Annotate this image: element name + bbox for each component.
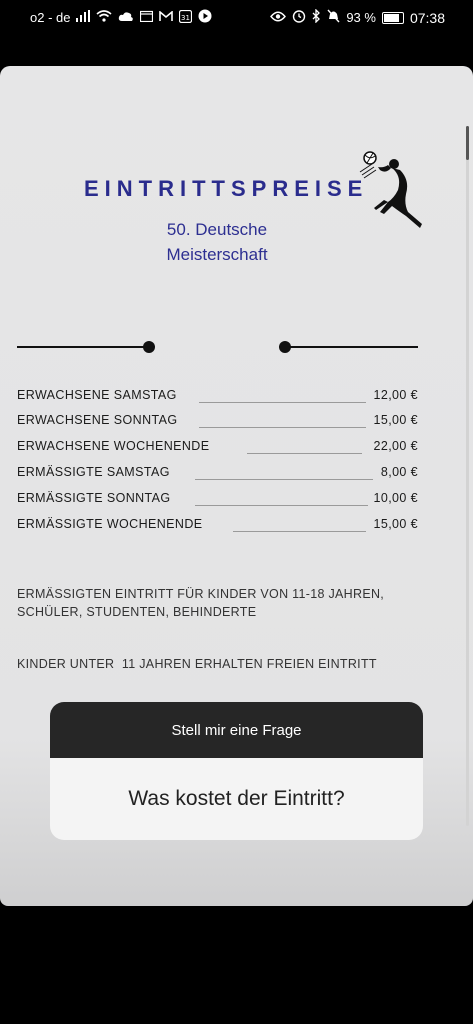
alarm-icon (292, 9, 306, 26)
price-row: ERWACHSENE SAMSTAG 12,00 € (17, 388, 418, 408)
calendar-icon (140, 10, 154, 25)
info-reduced-line-1: ERMÄSSIGTEN EINTRITT FÜR KINDER VON 11-1… (17, 587, 385, 601)
price-label: ERWACHSENE SONNTAG (17, 413, 178, 427)
question-sticker[interactable]: Stell mir eine Frage Was kostet der Eint… (50, 702, 423, 840)
battery-percent: 93 % (346, 10, 376, 25)
bluetooth-icon (312, 8, 321, 26)
divider-line-right (285, 346, 418, 348)
price-label: ERWACHSENE WOCHENENDE (17, 439, 210, 453)
eye-icon (270, 11, 287, 25)
wifi-icon (96, 10, 113, 25)
price-value: 12,00 € (373, 388, 418, 402)
price-leader-line (233, 531, 366, 532)
price-leader-line (195, 479, 373, 480)
price-row: ERWACHSENE SONNTAG 15,00 € (17, 413, 418, 433)
divider-dot-left (143, 341, 155, 353)
price-leader-line (199, 427, 366, 428)
price-value: 8,00 € (380, 465, 418, 479)
price-leader-line (199, 402, 366, 403)
price-row: ERMÄSSIGTE SONNTAG 10,00 € (17, 491, 418, 511)
mute-icon (327, 9, 340, 26)
price-row: ERMÄSSIGTE SAMSTAG 8,00 € (17, 465, 418, 485)
question-sticker-text[interactable]: Was kostet der Eintritt? (50, 758, 423, 840)
cloud-icon (118, 11, 134, 25)
status-bar-left: o2 - de 31 (30, 9, 212, 26)
price-value: 15,00 € (373, 413, 418, 427)
price-label: ERWACHSENE SAMSTAG (17, 388, 177, 402)
signal-icon (76, 10, 91, 25)
page-title: EINTRITTSPREISE (84, 176, 369, 201)
price-label: ERMÄSSIGTE SAMSTAG (17, 465, 170, 479)
price-label: ERMÄSSIGTE WOCHENENDE (17, 517, 203, 531)
story-card[interactable]: EINTRITTSPREISE 50. Deutsche Meisterscha… (0, 66, 473, 906)
subtitle-line-1: 50. Deutsche (166, 220, 268, 239)
subtitle-line-2: Meisterschaft (166, 245, 268, 264)
clock-time: 07:38 (409, 9, 445, 26)
price-value: 22,00 € (373, 439, 418, 453)
price-row: ERMÄSSIGTE WOCHENENDE 15,00 € (17, 517, 418, 537)
battery-icon (381, 11, 404, 24)
price-row: ERWACHSENE WOCHENENDE 22,00 € (17, 439, 418, 459)
gmail-icon (159, 9, 174, 25)
carrier-label: o2 - de (30, 10, 71, 25)
status-bar-right: 93 % 07:38 (270, 8, 445, 26)
divider-line-left (17, 346, 149, 348)
question-sticker-header: Stell mir eine Frage (50, 702, 423, 758)
info-reduced-line-2: SCHÜLER, STUDENTEN, BEHINDERTE (17, 605, 257, 619)
price-label: ERMÄSSIGTE SONNTAG (17, 491, 171, 505)
scrollbar[interactable] (466, 126, 469, 826)
info-free-entry: KINDER UNTER 11 JAHREN ERHALTEN FREIEN E… (17, 657, 377, 671)
price-value: 15,00 € (373, 517, 418, 531)
scrollbar-thumb[interactable] (466, 126, 469, 160)
price-leader-line (247, 453, 362, 454)
play-icon (198, 9, 212, 26)
calendar-31-icon: 31 (179, 9, 193, 26)
status-bar: o2 - de 31 93 % 07:38 (0, 0, 473, 34)
svg-text:31: 31 (182, 14, 191, 22)
price-leader-line (195, 505, 368, 506)
price-value: 10,00 € (373, 491, 418, 505)
